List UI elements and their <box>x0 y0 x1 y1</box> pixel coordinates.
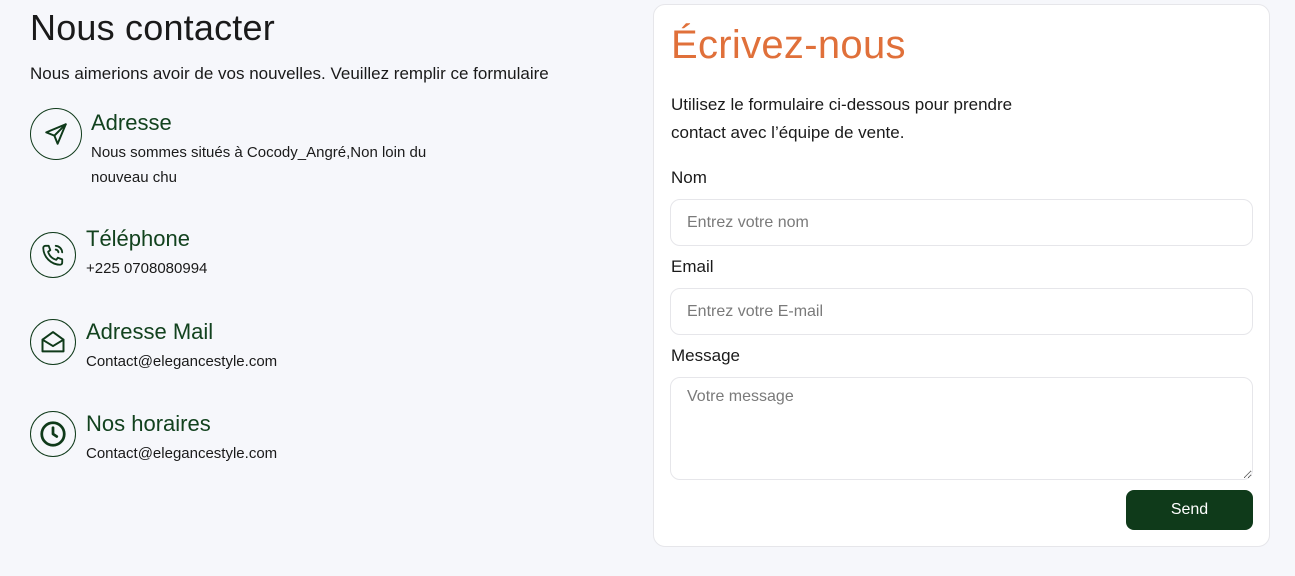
contact-form-card: Écrivez-nous Utilisez le formulaire ci-d… <box>653 4 1270 547</box>
send-icon <box>43 121 69 147</box>
phone-icon <box>40 242 66 268</box>
email-label: Email <box>671 257 714 276</box>
mail-icon <box>39 328 67 356</box>
info-value: Nous sommes situés à Cocody_Angré,Non lo… <box>91 144 427 186</box>
send-button[interactable]: Send <box>1126 490 1253 530</box>
info-text-address: Adresse Nous sommes situés à Cocody_Angr… <box>91 108 471 190</box>
message-label: Message <box>671 346 740 365</box>
info-value: +225 0708080994 <box>86 260 208 277</box>
info-text-email: Adresse Mail Contact@elegancestyle.com <box>86 319 277 374</box>
message-textarea[interactable] <box>670 377 1253 480</box>
info-text-hours: Nos horaires Contact@elegancestyle.com <box>86 411 277 466</box>
info-value: Contact@elegancestyle.com <box>86 445 278 462</box>
page-title: Nous contacter <box>30 7 275 48</box>
info-title: Nos horaires <box>86 411 211 436</box>
contact-page: Nous contacter Nous aimerions avoir de v… <box>0 0 1295 576</box>
clock-icon <box>38 419 68 449</box>
mail-icon-circle <box>30 319 76 365</box>
page-subtitle: Nous aimerions avoir de vos nouvelles. V… <box>30 64 549 83</box>
info-item-hours: Nos horaires Contact@elegancestyle.com <box>30 411 277 466</box>
info-item-email: Adresse Mail Contact@elegancestyle.com <box>30 319 277 374</box>
info-text-phone: Téléphone +225 0708080994 <box>86 226 207 281</box>
send-icon-circle <box>30 108 82 160</box>
info-title: Adresse <box>91 110 172 135</box>
name-label: Nom <box>671 168 707 187</box>
info-value: Contact@elegancestyle.com <box>86 353 278 370</box>
info-item-phone: Téléphone +225 0708080994 <box>30 226 207 281</box>
info-title: Téléphone <box>86 226 190 251</box>
form-description: Utilisez le formulaire ci-dessous pour p… <box>671 95 1013 142</box>
info-item-address: Adresse Nous sommes situés à Cocody_Angr… <box>30 108 471 190</box>
clock-icon-circle <box>30 411 76 457</box>
email-input[interactable] <box>670 288 1253 335</box>
info-title: Adresse Mail <box>86 319 214 344</box>
phone-icon-circle <box>30 232 76 278</box>
form-title: Écrivez-nous <box>671 23 906 67</box>
name-input[interactable] <box>670 199 1253 246</box>
